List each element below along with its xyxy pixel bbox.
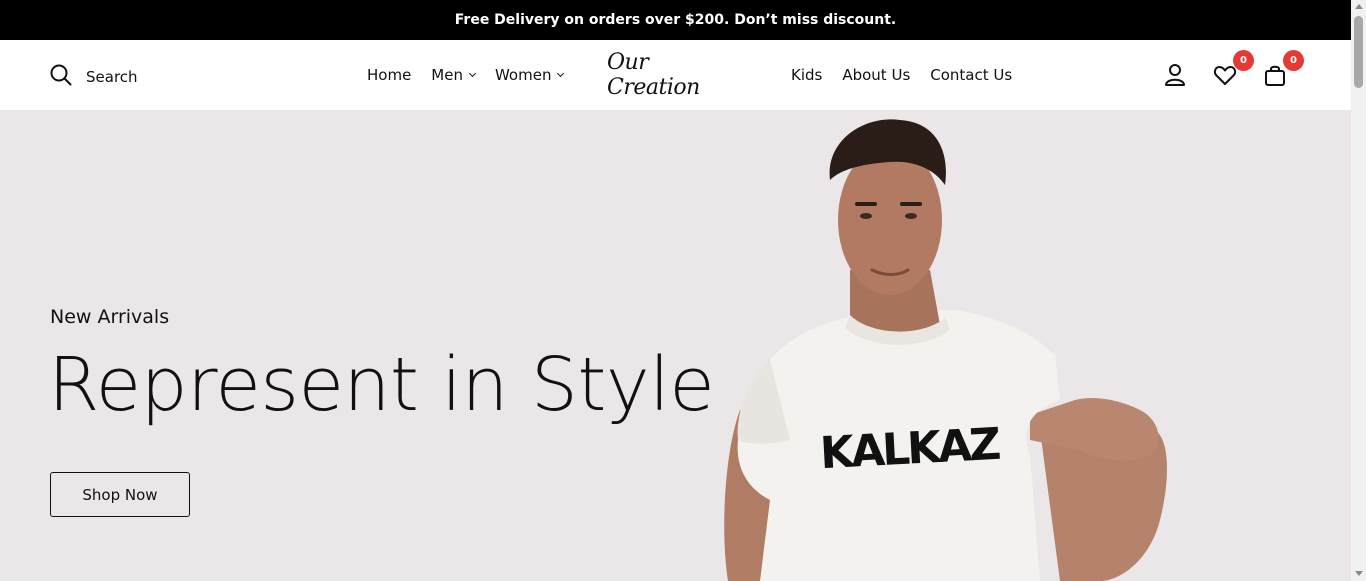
shirt-print-text: KALKAZ	[819, 419, 1001, 479]
cart-button[interactable]: 0	[1262, 50, 1304, 88]
wishlist-count-badge: 0	[1233, 50, 1254, 71]
search-label: Search	[86, 68, 138, 86]
announcement-text: Free Delivery on orders over $200. Don’t…	[454, 12, 897, 28]
nav-men-label: Men	[431, 66, 463, 84]
wishlist-button[interactable]: 0	[1212, 50, 1254, 88]
primary-nav-right: Kids About Us Contact Us	[791, 40, 1032, 110]
announcement-bar: Free Delivery on orders over $200. Don’t…	[0, 0, 1351, 40]
cart-count-badge: 0	[1283, 50, 1304, 71]
scrollbar-thumb[interactable]	[1354, 16, 1363, 88]
chevron-down-icon	[557, 69, 565, 78]
nav-about-label: About Us	[842, 66, 911, 84]
site-logo[interactable]: Our Creation	[607, 50, 745, 100]
nav-home[interactable]: Home	[367, 66, 411, 84]
nav-contact-label: Contact Us	[930, 66, 1013, 84]
scroll-down-arrow-icon[interactable]	[1355, 571, 1363, 576]
shop-now-button[interactable]: Shop Now	[50, 472, 190, 517]
account-button[interactable]	[1162, 62, 1188, 88]
hero-model-image: KALKAZ	[724, 119, 1167, 581]
nav-men[interactable]: Men	[431, 66, 477, 84]
nav-about-us[interactable]: About Us	[842, 66, 910, 84]
nav-women-label: Women	[494, 66, 552, 84]
site-header: Search Home Men Women Our Creation Kids …	[0, 40, 1351, 110]
nav-kids-label: Kids	[791, 66, 823, 84]
hero-title: Represent in Style	[48, 342, 715, 428]
chevron-down-icon	[468, 69, 477, 78]
search-icon	[50, 64, 72, 90]
user-icon	[1165, 64, 1185, 86]
header-actions: 0 0	[1162, 50, 1304, 88]
logo-text: Our Creation	[607, 50, 700, 100]
nav-kids[interactable]: Kids	[791, 66, 822, 84]
search-button[interactable]: Search	[50, 64, 138, 90]
hero-banner: New Arrivals Represent in Style Shop Now…	[0, 110, 1351, 581]
scroll-up-arrow-icon[interactable]	[1355, 4, 1363, 9]
primary-nav-left: Home Men Women	[367, 40, 583, 110]
nav-home-label: Home	[367, 66, 412, 84]
nav-women[interactable]: Women	[494, 66, 565, 84]
hero-subtitle: New Arrivals	[50, 306, 170, 328]
page-scrollbar[interactable]	[1351, 0, 1366, 581]
nav-contact-us[interactable]: Contact Us	[930, 66, 1012, 84]
